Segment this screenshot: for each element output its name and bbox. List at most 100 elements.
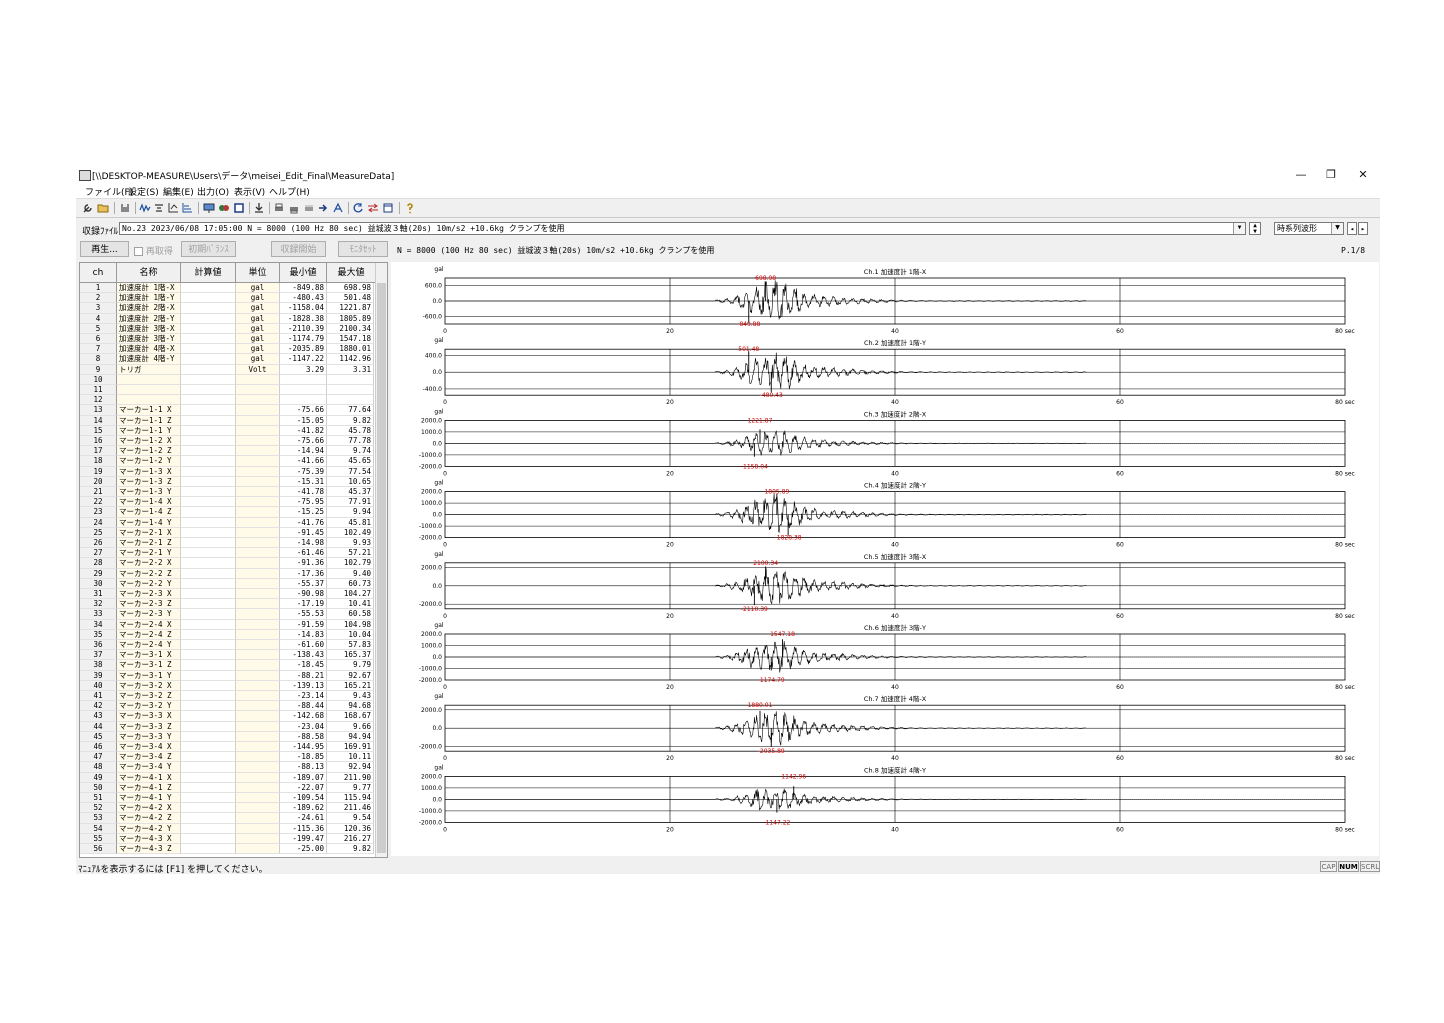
cell-calc[interactable] (181, 323, 236, 334)
menu-edit[interactable]: 編集(E) (163, 185, 194, 198)
table-row[interactable]: 15 マーカー1-1 Y -41.82 45.78 (80, 425, 376, 436)
table-row[interactable]: 49 マーカー4-1 X -189.07 211.90 (80, 772, 376, 783)
cell-unit[interactable] (236, 599, 280, 610)
cell-name[interactable]: マーカー2-1 Y (117, 548, 181, 559)
cell-name[interactable]: 加速度計 4階-X (117, 344, 181, 355)
cell-name[interactable]: マーカー1-4 Y (117, 517, 181, 528)
cell-name[interactable]: マーカー1-1 Y (117, 425, 181, 436)
cell-max[interactable]: 2100.34 (327, 323, 374, 334)
cell-name[interactable]: マーカー1-3 Y (117, 487, 181, 498)
table-row[interactable]: 46 マーカー3-4 X -144.95 169.91 (80, 742, 376, 753)
table-row[interactable]: 14 マーカー1-1 Z -15.05 9.82 (80, 415, 376, 426)
cell-calc[interactable] (181, 517, 236, 528)
wrench-icon[interactable] (82, 202, 94, 214)
cell-unit[interactable] (236, 721, 280, 732)
cell-name[interactable]: マーカー3-2 Y (117, 701, 181, 712)
cell-max[interactable]: 9.43 (327, 691, 374, 702)
cell-min[interactable]: -2035.89 (280, 344, 327, 355)
table-row[interactable]: 37 マーカー3-1 X -138.43 165.37 (80, 650, 376, 661)
table-row[interactable]: 8 加速度計 4階-Y gal -1147.22 1142.96 (80, 354, 376, 365)
cell-calc[interactable] (181, 507, 236, 518)
cell-min[interactable]: -61.46 (280, 548, 327, 559)
cell-max[interactable]: 45.37 (327, 487, 374, 498)
cell-unit[interactable]: gal (236, 334, 280, 345)
cell-min[interactable]: -115.36 (280, 823, 327, 834)
cell-calc[interactable] (181, 619, 236, 630)
cell-unit[interactable]: Volt (236, 364, 280, 375)
monitor-reset-button[interactable]: ﾓﾆﾀｾｯﾄ (338, 241, 388, 257)
cell-calc[interactable] (181, 334, 236, 345)
cell-min[interactable]: -75.66 (280, 405, 327, 416)
cell-max[interactable]: 77.54 (327, 466, 374, 477)
cell-min[interactable]: -22.07 (280, 782, 327, 793)
monitor-wave-icon[interactable] (139, 202, 151, 214)
cell-name[interactable]: マーカー3-1 Z (117, 660, 181, 671)
cell-max[interactable]: 57.21 (327, 548, 374, 559)
cell-calc[interactable] (181, 670, 236, 681)
chevron-down-icon[interactable]: ▼ (1233, 223, 1245, 234)
cell-max[interactable]: 9.82 (327, 415, 374, 426)
cell-unit[interactable] (236, 833, 280, 844)
cell-calc[interactable] (181, 385, 236, 396)
table-row[interactable]: 9 トリガ Volt 3.29 3.31 (80, 364, 376, 375)
table-row[interactable]: 35 マーカー2-4 Z -14.83 10.04 (80, 629, 376, 640)
col-ch[interactable]: ch (80, 263, 117, 283)
cell-max[interactable]: 9.74 (327, 446, 374, 457)
cell-max[interactable]: 60.58 (327, 609, 374, 620)
cell-calc[interactable] (181, 436, 236, 447)
cell-max[interactable]: 104.98 (327, 619, 374, 630)
cell-calc[interactable] (181, 589, 236, 600)
table-row[interactable]: 39 マーカー3-1 Y -88.21 92.67 (80, 670, 376, 681)
cell-unit[interactable] (236, 395, 280, 406)
page-next-button[interactable]: ▸ (1358, 222, 1368, 235)
cell-name[interactable]: マーカー2-2 Z (117, 568, 181, 579)
cell-calc[interactable] (181, 742, 236, 753)
table-row[interactable]: 33 マーカー2-3 Y -55.53 60.58 (80, 609, 376, 620)
view-mode-select[interactable]: 時系列波形 ▼ (1274, 222, 1344, 235)
cell-min[interactable]: -1147.22 (280, 354, 327, 365)
rerecord-checkbox[interactable]: 再取得 (134, 244, 173, 257)
cell-max[interactable]: 9.93 (327, 538, 374, 549)
cell-unit[interactable] (236, 548, 280, 559)
cell-max[interactable]: 165.37 (327, 650, 374, 661)
cell-min[interactable]: -41.82 (280, 425, 327, 436)
cell-calc[interactable] (181, 538, 236, 549)
table-row[interactable]: 1 加速度計 1階-X gal -849.88 698.98 (80, 283, 376, 294)
cell-min[interactable]: -41.66 (280, 456, 327, 467)
cell-min[interactable]: -15.31 (280, 476, 327, 487)
cell-min[interactable]: -23.14 (280, 691, 327, 702)
cell-unit[interactable]: gal (236, 344, 280, 355)
help-icon[interactable] (404, 202, 416, 214)
cell-name[interactable]: マーカー3-4 Z (117, 752, 181, 763)
col-name[interactable]: 名称 (117, 263, 181, 283)
col-max[interactable]: 最大値 (327, 263, 376, 283)
overlay-icon[interactable] (218, 202, 230, 214)
cell-max[interactable]: 1547.18 (327, 334, 374, 345)
table-row[interactable]: 28 マーカー2-2 X -91.36 102.79 (80, 558, 376, 569)
cell-name[interactable]: マーカー3-1 Y (117, 670, 181, 681)
cell-unit[interactable] (236, 629, 280, 640)
cell-unit[interactable] (236, 374, 280, 385)
table-row[interactable]: 53 マーカー4-2 Z -24.61 9.54 (80, 813, 376, 824)
cell-max[interactable]: 501.48 (327, 293, 374, 304)
table-row[interactable]: 55 マーカー4-3 X -199.47 216.27 (80, 833, 376, 844)
cell-unit[interactable] (236, 731, 280, 742)
cell-calc[interactable] (181, 558, 236, 569)
cell-min[interactable]: -849.88 (280, 283, 327, 294)
cell-max[interactable]: 102.79 (327, 558, 374, 569)
table-row[interactable]: 23 マーカー1-4 Z -15.25 9.94 (80, 507, 376, 518)
cell-name[interactable]: マーカー2-3 Y (117, 609, 181, 620)
cell-name[interactable]: マーカー2-3 X (117, 589, 181, 600)
cell-min[interactable]: -18.45 (280, 660, 327, 671)
refresh-icon[interactable] (352, 202, 364, 214)
cell-max[interactable]: 168.67 (327, 711, 374, 722)
cell-min[interactable] (280, 395, 327, 406)
cell-name[interactable]: 加速度計 2階-X (117, 303, 181, 314)
cell-calc[interactable] (181, 803, 236, 814)
cell-min[interactable]: -138.43 (280, 650, 327, 661)
table-row[interactable]: 44 マーカー3-3 Z -23.04 9.66 (80, 721, 376, 732)
cell-min[interactable]: -1174.79 (280, 334, 327, 345)
table-row[interactable]: 16 マーカー1-2 X -75.66 77.78 (80, 436, 376, 447)
file-spinner[interactable]: ▲ ▼ (1249, 222, 1261, 235)
waveform-graph[interactable]: Ch.1 加速度計 1階-X gal 600.0 0.0 -600.0 0 20 40 60 80… (391, 262, 1379, 856)
